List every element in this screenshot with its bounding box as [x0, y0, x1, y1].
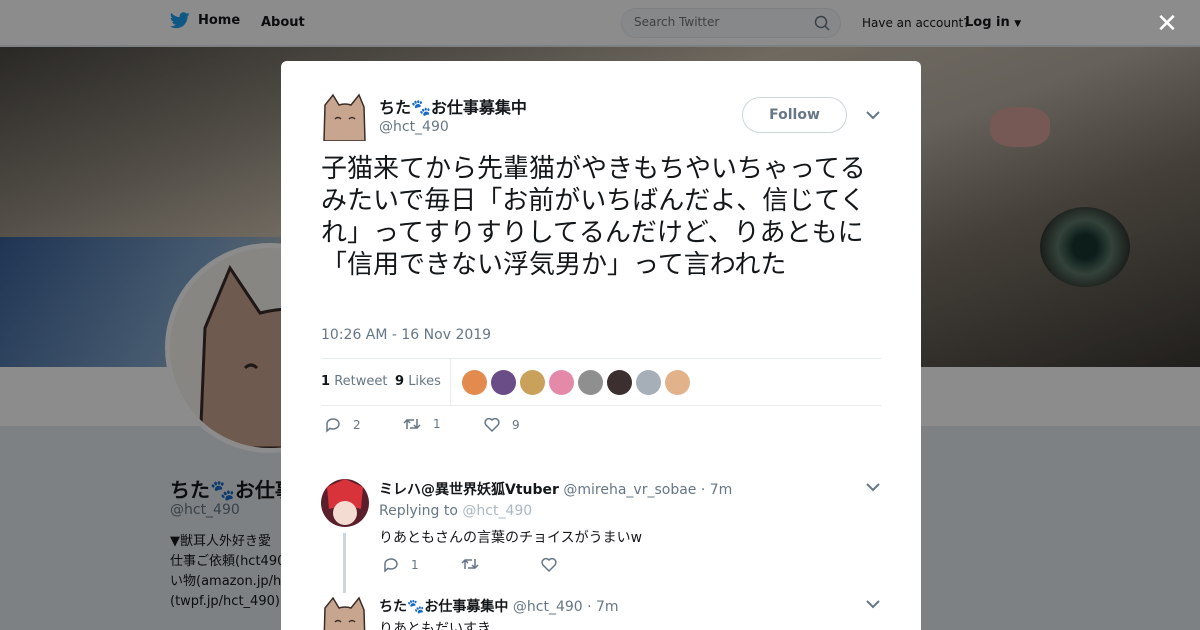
- liker-avatar[interactable]: [665, 370, 690, 395]
- like-action[interactable]: [541, 557, 557, 572]
- reply-text: りあともさんの言葉のチョイスがうまいw: [379, 530, 643, 546]
- reply-author-handle[interactable]: @hct_490: [513, 599, 583, 615]
- tweet-stats: 1 Retweet 9 Likes: [321, 358, 881, 406]
- liker-avatars: [462, 370, 690, 395]
- reply-author-name[interactable]: ミレハ@異世界妖狐Vtuber: [379, 482, 559, 498]
- reply-header: ちた🐾お仕事募集中 @hct_490 · 7m: [379, 596, 619, 616]
- reply-time[interactable]: · 7m: [701, 482, 732, 498]
- chevron-down-icon[interactable]: [866, 110, 880, 120]
- tweet-modal: ちた🐾お仕事募集中 @hct_490 Follow 子猫来てから先輩猫がやきもち…: [281, 61, 921, 630]
- liker-avatar[interactable]: [578, 370, 603, 395]
- reply-action[interactable]: 1: [383, 557, 419, 573]
- replying-prefix: Replying to: [379, 503, 458, 519]
- liker-avatar[interactable]: [520, 370, 545, 395]
- heart-icon: [541, 557, 557, 572]
- reply-author-name[interactable]: ちた🐾お仕事募集中: [379, 599, 508, 615]
- reply-header: ミレハ@異世界妖狐Vtuber @mireha_vr_sobae · 7m: [379, 479, 732, 499]
- like-action[interactable]: 9: [484, 417, 520, 432]
- reply-avatar[interactable]: [321, 596, 369, 630]
- reply-text: りあともだいすき……: [379, 621, 519, 630]
- retweet-icon: [403, 418, 421, 430]
- retweet-stat[interactable]: 1 Retweet: [321, 374, 387, 389]
- fox-avatar-illustration: [321, 479, 369, 527]
- retweet-icon: [461, 558, 479, 570]
- thread-line: [343, 533, 346, 593]
- heart-icon: [484, 417, 500, 432]
- retweet-count: 1: [321, 374, 331, 389]
- like-action-count: 9: [512, 417, 520, 432]
- liker-avatar[interactable]: [607, 370, 632, 395]
- replying-to-handle[interactable]: @hct_490: [462, 503, 532, 519]
- retweet-action[interactable]: 1: [403, 417, 441, 431]
- reply-count: 1: [411, 558, 419, 572]
- reply-tweet[interactable]: ちた🐾お仕事募集中 @hct_490 · 7m りあともだいすき……: [321, 596, 881, 630]
- close-icon[interactable]: ✕: [1155, 11, 1179, 37]
- reply-icon: [384, 558, 398, 573]
- reply-tweet[interactable]: ミレハ@異世界妖狐Vtuber @mireha_vr_sobae · 7m Re…: [321, 479, 881, 593]
- replying-to: Replying to @hct_490: [379, 503, 532, 519]
- divider: [450, 359, 451, 405]
- like-count: 9: [395, 374, 405, 389]
- liker-avatar[interactable]: [462, 370, 487, 395]
- retweet-action[interactable]: [461, 557, 479, 571]
- tweet-timestamp[interactable]: 10:26 AM - 16 Nov 2019: [321, 327, 491, 343]
- liker-avatar[interactable]: [491, 370, 516, 395]
- cat-avatar-illustration: [323, 596, 366, 630]
- liker-avatar[interactable]: [636, 370, 661, 395]
- reply-avatar[interactable]: [321, 479, 369, 527]
- reply-author-handle[interactable]: @mireha_vr_sobae: [563, 482, 696, 498]
- likes-stat[interactable]: 9 Likes: [395, 374, 441, 389]
- follow-button[interactable]: Follow: [742, 97, 847, 133]
- chevron-down-icon[interactable]: [866, 482, 880, 492]
- author-avatar[interactable]: [321, 93, 367, 142]
- liker-avatar[interactable]: [549, 370, 574, 395]
- likes-label: Likes: [408, 374, 441, 389]
- reply-time[interactable]: · 7m: [587, 599, 618, 615]
- retweet-label: Retweet: [334, 374, 388, 389]
- reply-action[interactable]: 2: [325, 417, 361, 433]
- reply-icon: [326, 418, 340, 433]
- chevron-down-icon[interactable]: [866, 599, 880, 609]
- reply-count: 2: [353, 418, 361, 432]
- cat-avatar-illustration: [323, 93, 366, 142]
- retweet-action-count: 1: [433, 417, 441, 431]
- tweet-text: 子猫来てから先輩猫がやきもちやいちゃってるみたいで毎日「お前がいちばんだよ、信じ…: [321, 154, 866, 280]
- author-handle[interactable]: @hct_490: [379, 119, 449, 135]
- author-name[interactable]: ちた🐾お仕事募集中: [379, 94, 527, 118]
